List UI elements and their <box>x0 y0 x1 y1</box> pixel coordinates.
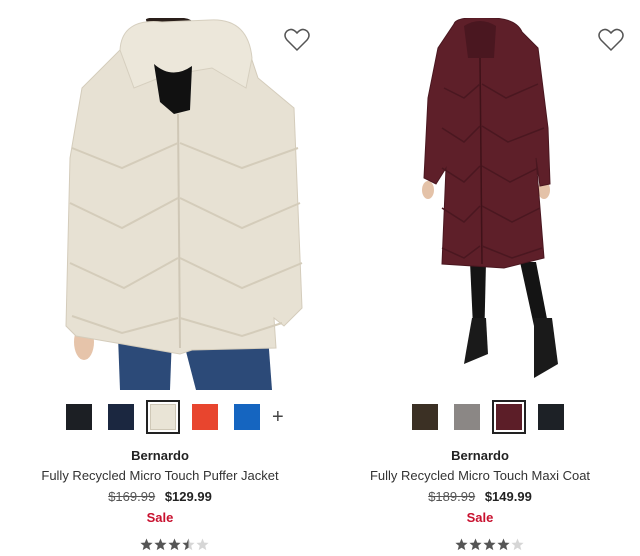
star-full-icon <box>168 538 181 551</box>
swatch-blue[interactable] <box>234 404 260 430</box>
original-price: $189.99 <box>428 489 476 504</box>
swatch-red[interactable] <box>192 404 218 430</box>
sale-badge: Sale <box>466 510 494 525</box>
star-full-icon <box>455 538 468 551</box>
more-colors-plus-icon[interactable]: + <box>272 404 284 430</box>
swatch-burgundy-selected[interactable] <box>492 400 526 434</box>
swatch-black[interactable] <box>66 404 92 430</box>
rating-stars[interactable] <box>140 538 210 551</box>
product-card-puffer-jacket[interactable]: + Bernardo Fully Recycled Micro Touch Pu… <box>0 0 320 556</box>
swatch-black[interactable] <box>538 404 564 430</box>
rating-stars[interactable] <box>455 538 525 551</box>
star-empty-icon <box>196 538 209 551</box>
favorite-heart-icon[interactable] <box>598 28 624 52</box>
product-card-maxi-coat[interactable]: Bernardo Fully Recycled Micro Touch Maxi… <box>320 0 640 556</box>
sale-badge: Sale <box>146 510 174 525</box>
product-brand: Bernardo <box>451 448 509 463</box>
swatch-navy[interactable] <box>108 404 134 430</box>
favorite-heart-icon[interactable] <box>284 28 310 52</box>
star-full-icon <box>140 538 153 551</box>
star-empty-icon <box>511 538 524 551</box>
star-full-icon <box>154 538 167 551</box>
star-full-icon <box>497 538 510 551</box>
sale-price: $149.99 <box>484 489 532 504</box>
price-row: $169.99 $129.99 <box>0 489 320 504</box>
price-row: $189.99 $149.99 <box>308 489 640 504</box>
star-half-icon <box>182 538 195 551</box>
sale-price: $129.99 <box>164 489 212 504</box>
product-image-maxi-coat[interactable] <box>420 17 568 390</box>
swatch-cream-selected[interactable] <box>146 400 180 434</box>
product-name-link[interactable]: Fully Recycled Micro Touch Puffer Jacket <box>0 468 320 483</box>
swatch-brown[interactable] <box>412 404 438 430</box>
color-swatches <box>412 400 580 434</box>
star-full-icon <box>483 538 496 551</box>
product-brand: Bernardo <box>131 448 189 463</box>
color-swatches: + <box>66 400 284 434</box>
original-price: $169.99 <box>108 489 156 504</box>
product-image-puffer-jacket[interactable] <box>62 17 306 390</box>
star-full-icon <box>469 538 482 551</box>
product-name-link[interactable]: Fully Recycled Micro Touch Maxi Coat <box>308 468 640 483</box>
swatch-grey[interactable] <box>454 404 480 430</box>
